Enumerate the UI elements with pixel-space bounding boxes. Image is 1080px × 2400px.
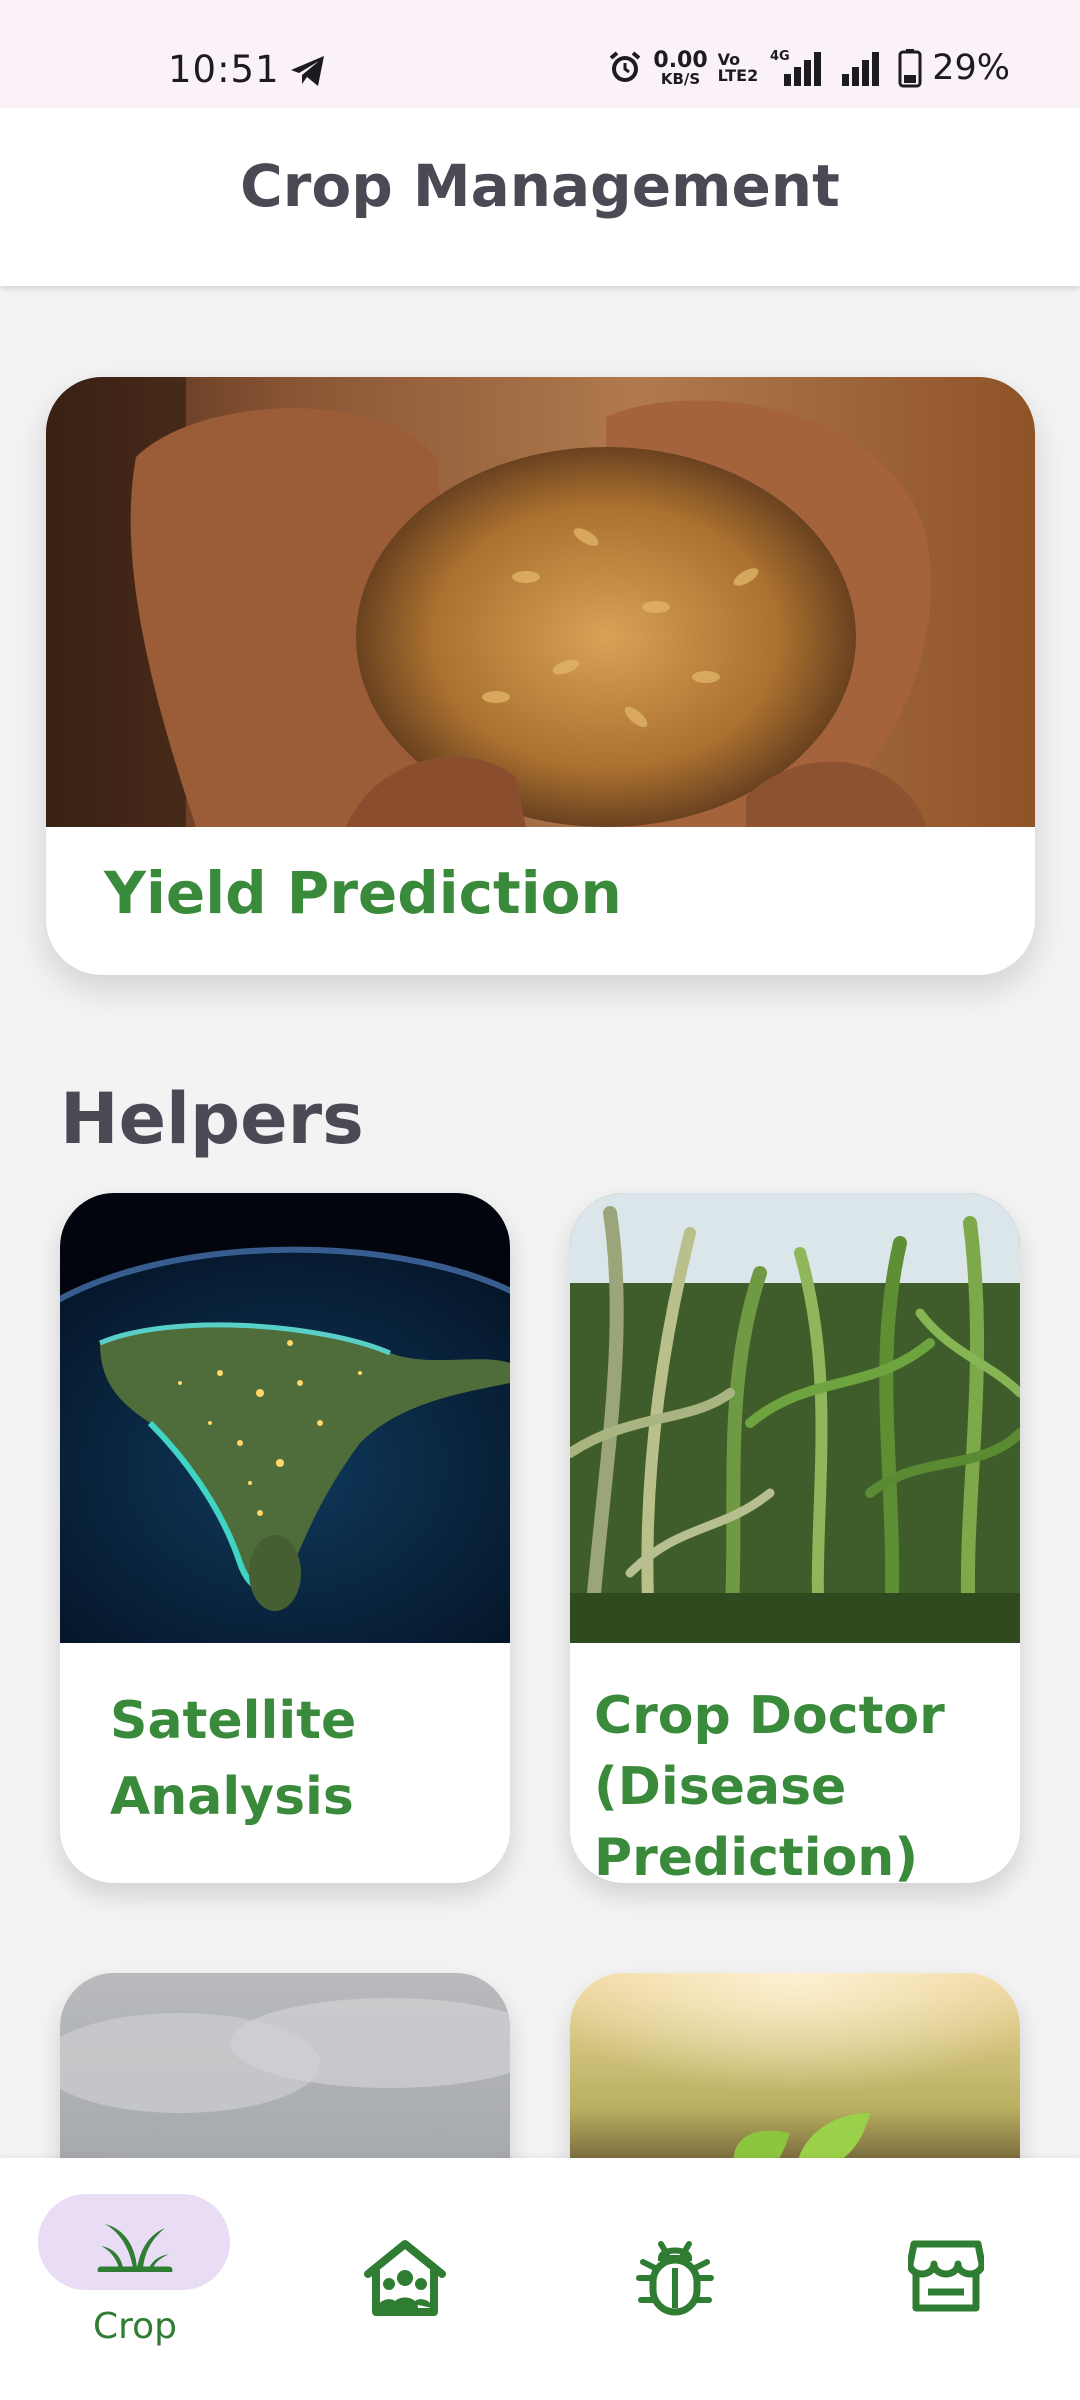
- crop-doctor-title: Crop Doctor (Disease Prediction): [594, 1686, 945, 1883]
- satellite-analysis-title: Satellite Analysis: [110, 1691, 357, 1827]
- volte-indicator: Vo LTE2: [717, 50, 759, 85]
- app-header: Crop Management: [0, 108, 1080, 286]
- yield-prediction-title: Yield Prediction: [104, 859, 622, 927]
- nav-item-market[interactable]: [810, 2158, 1080, 2400]
- corn-field-image: [570, 1193, 1020, 1643]
- alarm-icon: [610, 51, 641, 82]
- status-icons: 0.00 KB/S Vo LTE2 4G 29%: [607, 48, 1010, 88]
- bottom-navigation: Crop: [0, 2158, 1080, 2400]
- battery-percent: 29%: [932, 48, 1010, 88]
- crop-doctor-card[interactable]: Crop Doctor (Disease Prediction): [570, 1193, 1020, 1883]
- nav-item-community[interactable]: [270, 2158, 540, 2400]
- earth-at-night-image: [60, 1193, 510, 1643]
- data-speed: 0.00 KB/S: [653, 47, 708, 88]
- bug-icon: [636, 2241, 714, 2316]
- satellite-analysis-card[interactable]: Satellite Analysis: [60, 1193, 510, 1883]
- telegram-icon: [291, 56, 324, 86]
- helpers-heading: Helpers: [60, 1078, 364, 1160]
- status-bar: 10:51 0.00 KB/S Vo LTE2 4G 29%: [0, 0, 1080, 108]
- grain-in-hands-image: [46, 377, 1035, 827]
- svg-text:4G: 4G: [770, 49, 790, 64]
- battery-icon: [898, 49, 922, 88]
- nav-item-pests[interactable]: [540, 2158, 810, 2400]
- page-title: Crop Management: [240, 152, 840, 220]
- store-icon: [908, 2240, 984, 2312]
- sprout-icon: [97, 2224, 173, 2272]
- signal-4g-icon: 4G: [770, 49, 822, 86]
- signal-icon: [842, 52, 880, 86]
- nav-label-crop: Crop: [92, 2306, 178, 2347]
- nav-item-crop[interactable]: Crop: [0, 2158, 270, 2400]
- community-home-icon: [364, 2240, 446, 2316]
- status-time: 10:51: [168, 48, 280, 91]
- yield-prediction-card[interactable]: Yield Prediction: [46, 377, 1035, 975]
